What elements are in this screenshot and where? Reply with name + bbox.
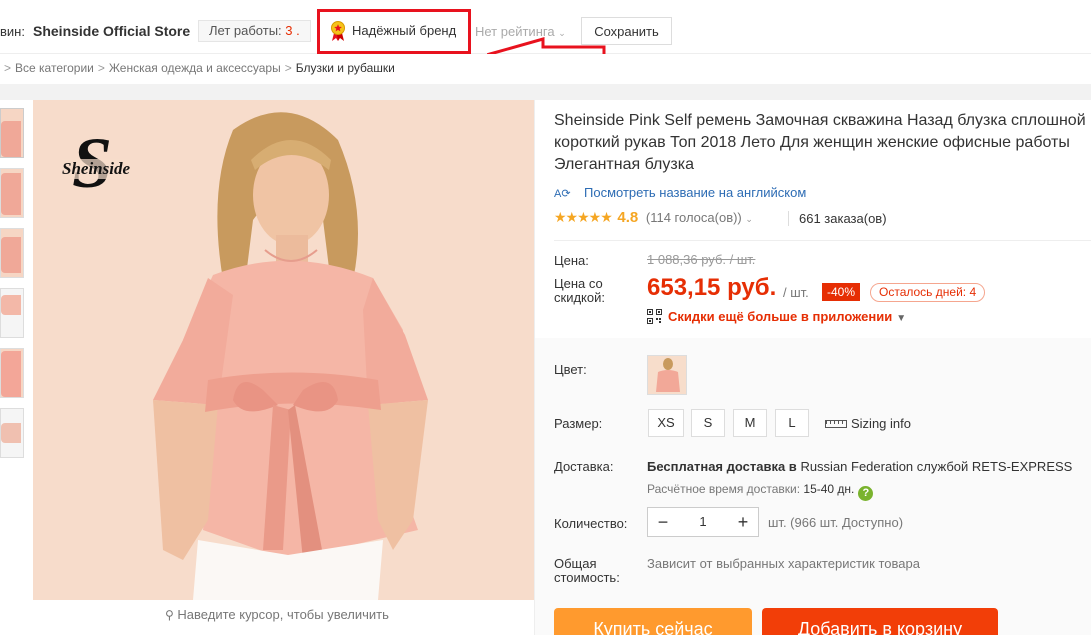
breadcrumb-item-womens-clothing[interactable]: Женская одежда и аксессуары — [109, 61, 281, 75]
translate-icon: A⟳ — [554, 188, 571, 200]
buy-now-button[interactable]: Купить сейчас — [554, 608, 752, 635]
plus-icon[interactable]: + — [730, 508, 756, 536]
orders-count: 661 заказа(ов) — [788, 211, 887, 226]
size-option-xs[interactable]: XS — [648, 409, 684, 437]
search-icon: ⚲ — [165, 608, 174, 622]
color-label: Цвет: — [554, 362, 587, 377]
brand-logo: S Sheinside — [60, 123, 150, 203]
breadcrumb: > Все категории > Женская одежда и аксессуа… — [0, 54, 1091, 84]
color-swatch-pink[interactable] — [647, 355, 687, 395]
votes-count: (114 голоса(ов)) — [645, 210, 742, 225]
votes-dropdown[interactable]: (114 голоса(ов)) ⌄ — [646, 210, 753, 225]
thumbnail-image[interactable] — [0, 408, 24, 458]
shipping-label: Доставка: — [554, 459, 614, 474]
ruler-icon — [825, 420, 847, 428]
breadcrumb-separator: > — [97, 61, 105, 75]
breadcrumb-separator: > — [4, 61, 12, 75]
highlight-box — [317, 9, 471, 54]
store-name-link[interactable]: Sheinside Official Store — [33, 23, 190, 39]
store-years-badge: Лет работы: 3 . — [198, 20, 311, 42]
total-note: Зависит от выбранных характеристик товар… — [647, 556, 920, 571]
star-rating-icon: ★★★★★ — [554, 209, 613, 225]
minus-icon[interactable]: − — [650, 508, 676, 536]
years-value: 3 . — [285, 23, 300, 38]
per-unit: / шт. — [783, 285, 809, 300]
sizing-info-link[interactable]: Sizing info — [825, 416, 911, 431]
total-label-1: Общая — [554, 556, 597, 571]
shipping-info: Бесплатная доставка в Russian Federation… — [647, 459, 1072, 474]
store-label: вин: — [0, 24, 25, 39]
divider — [554, 240, 1091, 241]
size-option-m[interactable]: M — [733, 409, 767, 437]
thumbnail-image[interactable] — [0, 168, 24, 218]
discount-price: 653,15 руб. — [647, 274, 777, 301]
help-icon[interactable]: ? — [858, 486, 874, 501]
app-promo-text: Скидки ещё больше в приложении — [668, 309, 893, 324]
chevron-down-icon: ⌄ — [745, 214, 753, 224]
shipping-time: Расчётное время доставки: 15-40 дн.? — [647, 482, 874, 501]
shipping-free: Бесплатная доставка в — [647, 459, 797, 474]
quantity-available: шт. (966 шт. Доступно) — [768, 515, 904, 530]
thumbnail-image[interactable] — [0, 348, 24, 398]
translate-link-text: Посмотреть название на английском — [584, 185, 807, 200]
size-label: Размер: — [554, 416, 603, 431]
thumbnail-image[interactable] — [0, 288, 24, 338]
price-label: Цена: — [554, 253, 589, 268]
years-label: Лет работы: — [209, 23, 282, 38]
translate-link[interactable]: A⟳ Посмотреть название на английском — [554, 185, 806, 200]
sizing-info-text: Sizing info — [851, 416, 911, 431]
discount-price-label-1: Цена со — [554, 276, 603, 291]
discount-price-label-2: скидкой: — [554, 290, 605, 305]
shipping-destination[interactable]: Russian Federation службой — [800, 459, 968, 474]
total-label-2: стоимость: — [554, 570, 620, 585]
product-main-image[interactable]: S Sheinside — [33, 100, 534, 600]
quantity-label: Количество: — [554, 516, 628, 531]
thumbnail-image[interactable] — [0, 228, 24, 278]
discount-badge: -40% — [822, 283, 861, 301]
breadcrumb-item-all-categories[interactable]: Все категории — [15, 61, 94, 75]
thumbnail-image[interactable] — [0, 108, 24, 158]
old-price: 1 088,36 руб. / шт. — [647, 252, 756, 267]
app-promo-link[interactable]: Скидки ещё больше в приложении ▼ — [647, 309, 906, 324]
size-option-l[interactable]: L — [775, 409, 809, 437]
breadcrumb-separator: > — [284, 61, 292, 75]
shipping-carrier[interactable]: RETS-EXPRESS — [972, 459, 1072, 474]
zoom-hint-text: Наведите курсор, чтобы увеличить — [177, 607, 389, 622]
product-title: Sheinside Pink Self ремень Замочная сква… — [554, 112, 1086, 173]
rating-row: ★★★★★ 4.8 (114 голоса(ов)) ⌄ — [554, 208, 753, 228]
quantity-stepper: − 1 + — [647, 507, 759, 537]
store-bar: вин: Sheinside Official Store Лет работы… — [0, 0, 1091, 71]
caret-down-icon: ▼ — [896, 313, 907, 324]
quantity-input[interactable]: 1 — [676, 508, 730, 536]
rating-value: 4.8 — [617, 209, 639, 226]
qr-code-icon — [647, 309, 662, 324]
zoom-hint: ⚲ Наведите курсор, чтобы увеличить — [165, 607, 389, 622]
days-left-badge: Осталось дней: 4 — [870, 283, 986, 302]
add-to-cart-button[interactable]: Добавить в корзину — [762, 608, 998, 635]
ship-time-value: 15-40 дн. — [803, 482, 855, 496]
thumbnail-strip — [0, 108, 24, 468]
section-divider — [0, 84, 1091, 100]
size-option-s[interactable]: S — [691, 409, 725, 437]
ship-time-label: Расчётное время доставки: — [647, 482, 801, 496]
breadcrumb-item-current[interactable]: Блузки и рубашки — [296, 61, 395, 75]
